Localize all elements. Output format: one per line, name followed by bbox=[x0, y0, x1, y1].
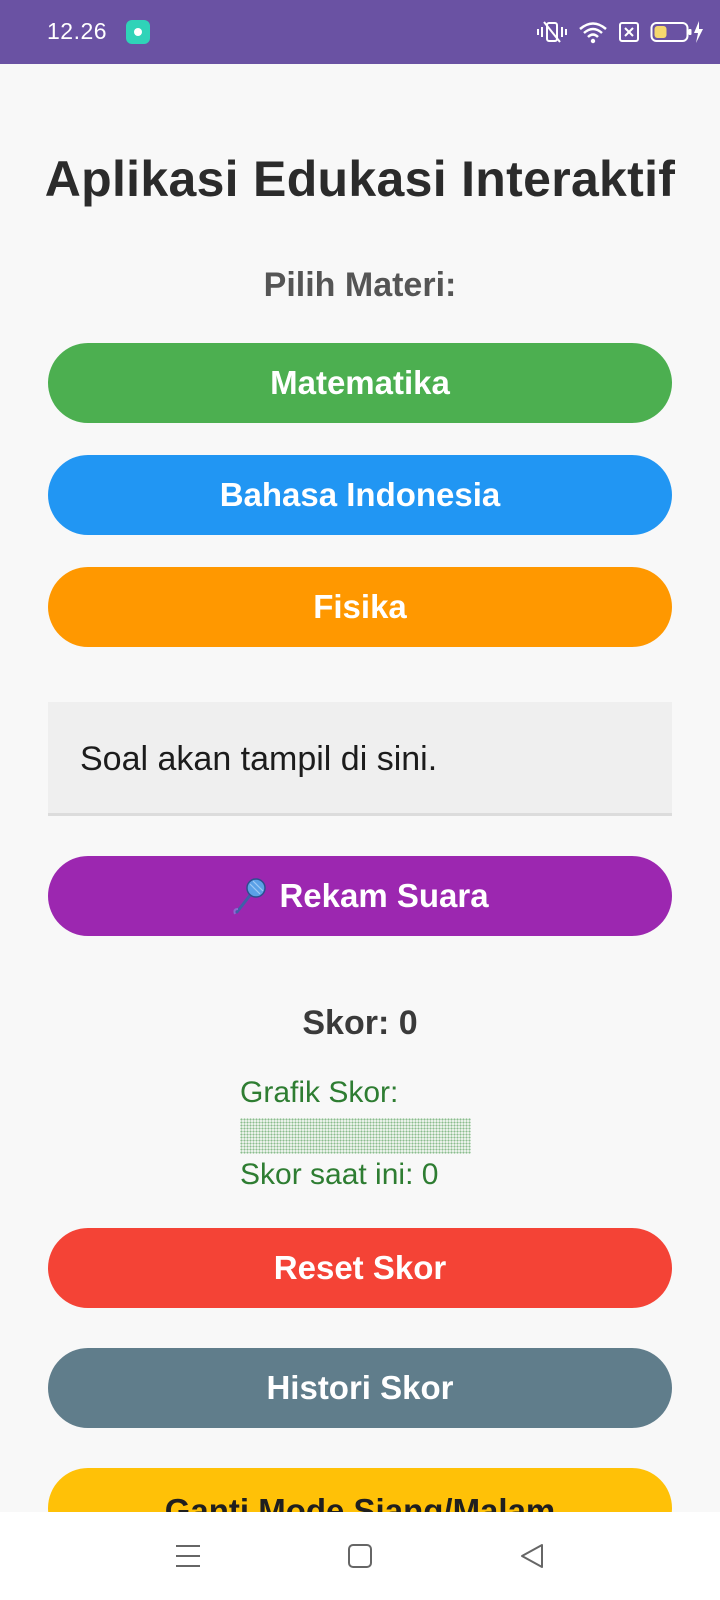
score-label: Skor: 0 bbox=[302, 1004, 418, 1042]
record-voice-label: Rekam Suara bbox=[279, 877, 489, 914]
home-icon[interactable] bbox=[340, 1540, 380, 1572]
score-chart: Grafik Skor: Skor saat ini: 0 bbox=[240, 1076, 480, 1196]
toggle-day-night-button[interactable]: Ganti Mode Siang/Malam bbox=[48, 1468, 672, 1512]
vibrate-icon bbox=[537, 21, 567, 43]
question-box: Soal akan tampil di sini. bbox=[48, 702, 672, 816]
score-history-button[interactable]: Histori Skor bbox=[48, 1348, 672, 1428]
battery-charging-icon bbox=[650, 21, 703, 43]
menu-icon[interactable] bbox=[168, 1540, 208, 1572]
bahasa-indonesia-button[interactable]: Bahasa Indonesia bbox=[48, 455, 672, 535]
question-text: Soal akan tampil di sini. bbox=[80, 740, 438, 778]
record-voice-button[interactable]: Rekam Suara bbox=[48, 856, 672, 936]
app-content[interactable]: Aplikasi Edukasi Interaktif Pilih Materi… bbox=[0, 64, 720, 1512]
score-chart-title: Grafik Skor: bbox=[240, 1076, 399, 1109]
fisika-button[interactable]: Fisika bbox=[48, 567, 672, 647]
microphone-icon bbox=[233, 878, 267, 915]
status-time: 12.26 bbox=[47, 18, 108, 44]
back-icon[interactable] bbox=[512, 1540, 552, 1572]
select-subject-label: Pilih Materi: bbox=[263, 266, 457, 304]
app-title: Aplikasi Edukasi Interaktif bbox=[44, 151, 676, 207]
status-icons bbox=[536, 18, 704, 46]
score-chart-bar bbox=[240, 1118, 471, 1154]
app-notification-icon bbox=[126, 20, 150, 44]
status-bar: 12.26 bbox=[0, 0, 720, 64]
reset-score-button[interactable]: Reset Skor bbox=[48, 1228, 672, 1308]
phone-screen: 12.26 Aplikasi Edukasi Interaktif Pilih … bbox=[0, 0, 720, 1600]
no-sim-icon bbox=[619, 22, 639, 42]
matematika-button[interactable]: Matematika bbox=[48, 343, 672, 423]
wifi-icon bbox=[579, 22, 607, 44]
navigation-bar bbox=[0, 1512, 720, 1600]
current-score-label: Skor saat ini: 0 bbox=[240, 1158, 439, 1191]
